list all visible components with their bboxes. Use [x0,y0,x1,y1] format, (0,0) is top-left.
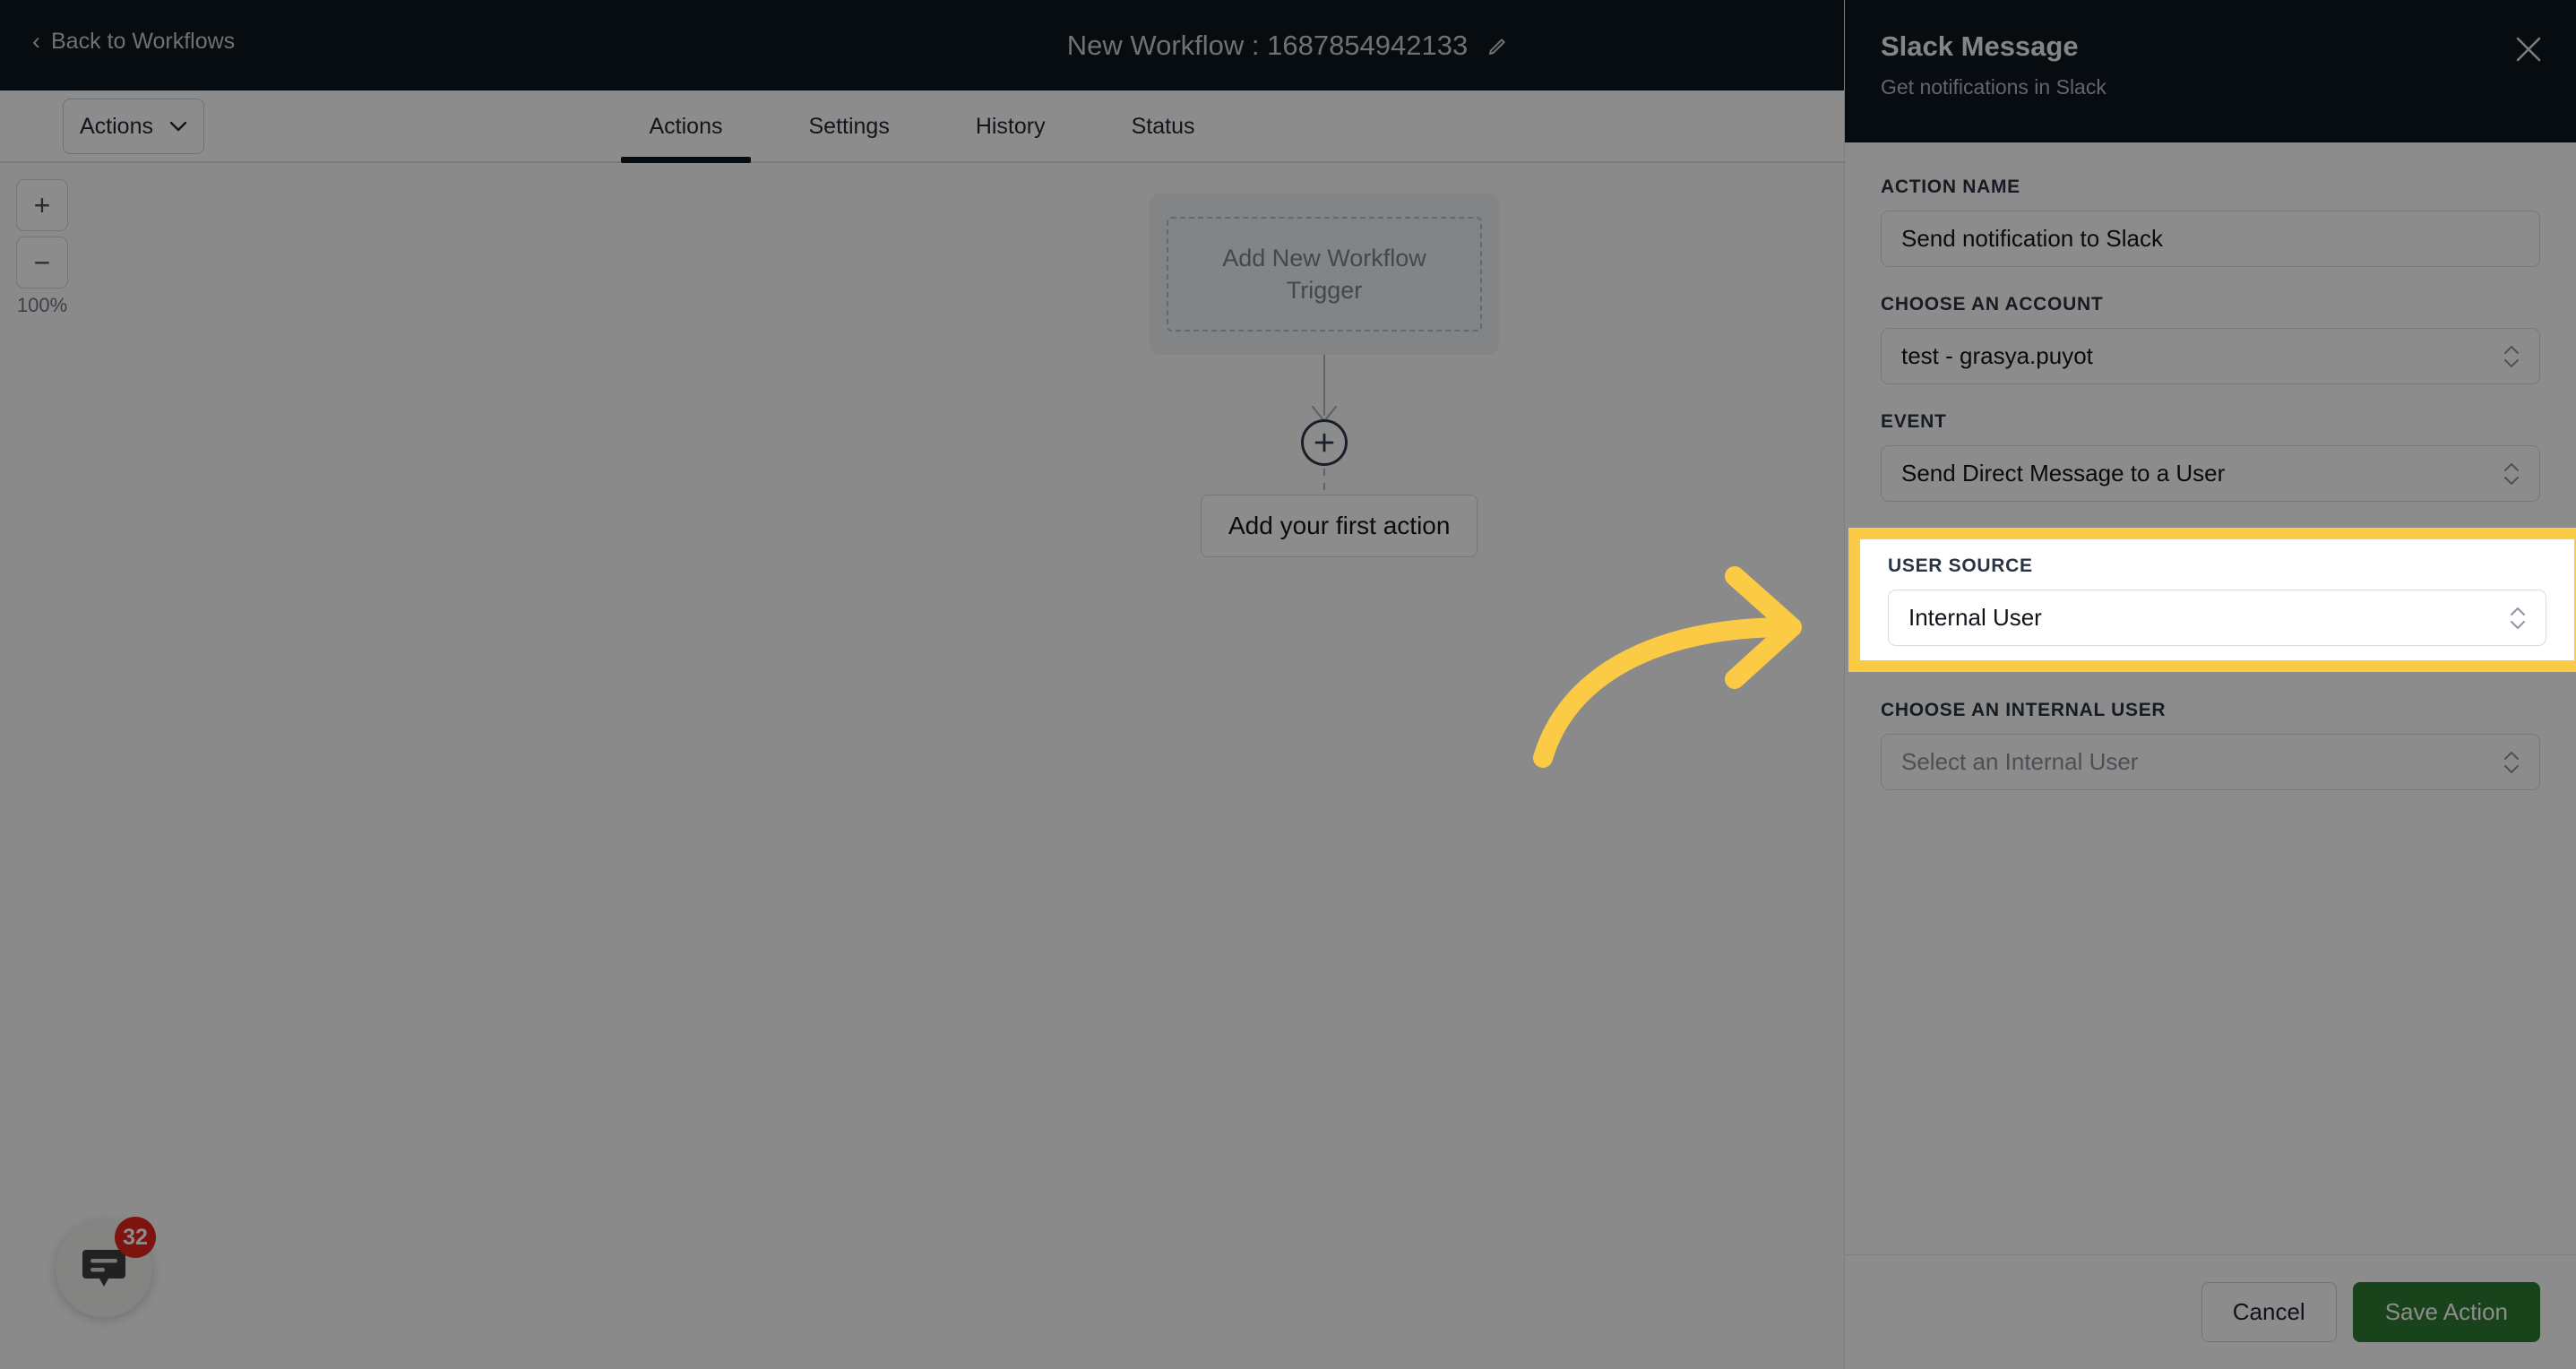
drawer-footer: Cancel Save Action [1845,1254,2576,1369]
zoom-controls: + − 100% [16,179,88,317]
plus-circle-icon [1314,433,1334,452]
tab-underline [1103,157,1224,163]
event-select[interactable]: Send Direct Message to a User [1881,445,2540,502]
zoom-out-button[interactable]: − [16,237,68,288]
add-first-action-button[interactable]: Add your first action [1201,495,1478,557]
tab-list: Actions Settings History Status [0,90,1844,163]
trigger-box: Add New Workflow Trigger [1150,194,1499,355]
action-name-label: ACTION NAME [1881,177,2020,197]
chevron-left-icon: ‹ [32,28,40,55]
account-select[interactable]: test - grasya.puyot [1881,328,2540,384]
stepper-icon [2504,462,2519,485]
cancel-button[interactable]: Cancel [2201,1282,2337,1342]
tab-settings-label: Settings [808,114,890,139]
user-source-select[interactable]: Internal User [1888,590,2546,646]
event-label: EVENT [1881,411,1947,432]
account-label: CHOOSE AN ACCOUNT [1881,294,2104,314]
internal-user-select-placeholder: Select an Internal User [1901,748,2139,775]
app-layer: ‹ Back to Workflows New Workflow : 16878… [0,0,2576,1369]
tab-status[interactable]: Status [1089,90,1238,163]
tab-settings[interactable]: Settings [765,90,932,163]
tab-history[interactable]: History [933,90,1089,163]
tab-actions[interactable]: Actions [607,90,766,163]
internal-user-label: CHOOSE AN INTERNAL USER [1881,700,2167,720]
zoom-in-button[interactable]: + [16,179,68,231]
field-event: EVENT Send Direct Message to a User [1881,411,2540,502]
tab-active-underline [620,157,752,163]
action-name-input[interactable]: Send notification to Slack [1881,211,2540,267]
drawer-title: Slack Message [1881,30,2079,62]
workflow-canvas[interactable] [0,163,1844,1369]
chat-unread-badge: 32 [115,1217,156,1258]
event-select-value: Send Direct Message to a User [1901,460,2226,486]
field-account: CHOOSE AN ACCOUNT test - grasya.puyot [1881,294,2540,384]
zoom-level-label: 100% [16,294,68,316]
stepper-icon [2504,345,2519,367]
back-to-workflows-link[interactable]: ‹ Back to Workflows [32,29,235,55]
tab-underline [780,157,918,163]
tab-status-label: Status [1131,114,1195,139]
stepper-icon [2504,751,2519,773]
user-source-label: USER SOURCE [1888,555,2033,576]
save-action-button[interactable]: Save Action [2352,1282,2540,1342]
tab-history-label: History [975,114,1046,139]
chat-widget[interactable]: 32 [56,1217,156,1317]
add-step-button[interactable] [1301,419,1348,466]
user-source-highlight: USER SOURCE Internal User [1848,528,2576,672]
drawer-body: ACTION NAME Send notification to Slack C… [1845,142,2576,1254]
app-root: ‹ Back to Workflows New Workflow : 16878… [0,0,2576,1369]
user-source-select-value: Internal User [1908,604,2042,631]
field-action-name: ACTION NAME Send notification to Slack [1881,177,2540,267]
account-select-value: test - grasya.puyot [1901,342,2093,369]
page-title: New Workflow : 1687854942133 [1066,29,1469,61]
tab-actions-label: Actions [649,114,723,139]
workflow-trigger-node[interactable]: Add New Workflow Trigger [1150,194,1499,355]
internal-user-select[interactable]: Select an Internal User [1881,734,2540,790]
close-icon[interactable] [2511,32,2546,66]
tab-underline [947,157,1074,163]
stepper-icon [2511,607,2525,629]
field-internal-user: CHOOSE AN INTERNAL USER Select an Intern… [1881,700,2540,790]
back-to-workflows-label: Back to Workflows [51,29,236,54]
pencil-icon[interactable] [1487,35,1509,56]
drawer-header: Slack Message Get notifications in Slack [1845,0,2576,142]
add-trigger-placeholder[interactable]: Add New Workflow Trigger [1167,217,1482,331]
drawer-subtitle: Get notifications in Slack [1881,75,2106,99]
action-config-drawer: Slack Message Get notifications in Slack… [1844,0,2576,1369]
